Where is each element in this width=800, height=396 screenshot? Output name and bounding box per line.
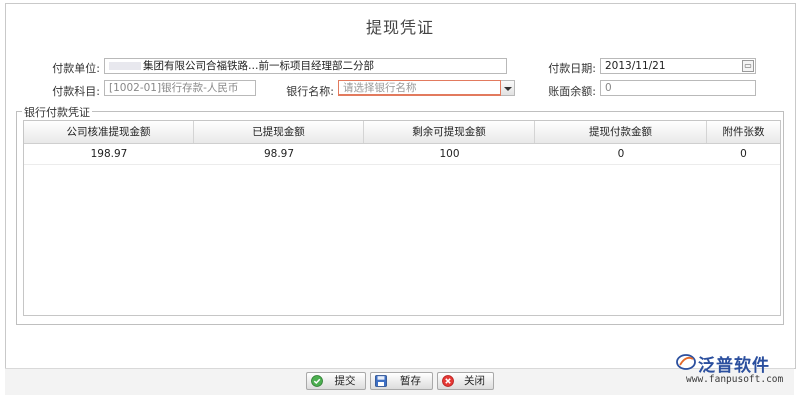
calendar-icon[interactable]: ▭ (742, 60, 754, 72)
brand-url: www.fanpusoft.com (686, 374, 784, 385)
table-cell: 0 (617, 148, 625, 160)
column-header[interactable]: 公司核准提现金额 (24, 121, 194, 143)
chevron-down-icon[interactable] (501, 80, 515, 96)
save-draft-label: 暂存 (400, 375, 421, 387)
table-row[interactable]: 198.97 98.97 100 0 0 (24, 144, 780, 165)
payment-date-field[interactable]: 2013/11/21 ▭ (600, 58, 756, 74)
save-icon (375, 375, 387, 387)
bank-select[interactable]: 请选择银行名称 (338, 80, 501, 96)
page-title: 提现凭证 (365, 18, 434, 37)
payer-label: 付款单位: (52, 62, 100, 75)
check-icon (311, 375, 323, 387)
section-legend: 银行付款凭证 (22, 104, 92, 120)
payment-date-value: 2013/11/21 (605, 60, 666, 72)
column-header[interactable]: 提现付款金额 (535, 121, 707, 143)
brand-icon (676, 354, 696, 370)
table-cell: 98.97 (263, 148, 295, 160)
table-cell: 198.97 (90, 148, 128, 160)
payer-field[interactable]: 集团有限公司合福铁路…前一标项目经理部二分部 (104, 58, 507, 74)
payer-value: 集团有限公司合福铁路…前一标项目经理部二分部 (143, 60, 374, 72)
close-label: 关闭 (464, 375, 485, 387)
bank-label: 银行名称: (286, 85, 334, 98)
brand-logo: 泛普软件 www.fanpusoft.com (676, 351, 796, 391)
column-header[interactable]: 附件张数 (707, 121, 780, 143)
voucher-table: 公司核准提现金额 已提现金额 剩余可提现金额 提现付款金额 附件张数 198.9… (23, 120, 781, 316)
balance-label: 账面余额: (548, 85, 596, 98)
brand-name: 泛普软件 (698, 356, 770, 376)
column-header[interactable]: 剩余可提现金额 (364, 121, 535, 143)
table-header: 公司核准提现金额 已提现金额 剩余可提现金额 提现付款金额 附件张数 (24, 121, 780, 144)
close-button[interactable]: 关闭 (437, 372, 494, 390)
submit-button[interactable]: 提交 (306, 372, 366, 390)
table-cell: 100 (439, 148, 460, 160)
redacted-block (109, 62, 141, 70)
balance-field: 0 (600, 80, 756, 96)
account-field[interactable]: [1002-01]银行存款-人民币 (104, 80, 256, 96)
column-header[interactable]: 已提现金额 (194, 121, 364, 143)
close-icon (442, 375, 454, 387)
account-label: 付款科目: (52, 85, 100, 98)
save-draft-button[interactable]: 暂存 (370, 372, 433, 390)
payment-date-label: 付款日期: (548, 62, 596, 75)
submit-label: 提交 (334, 375, 356, 387)
table-cell: 0 (740, 148, 747, 160)
